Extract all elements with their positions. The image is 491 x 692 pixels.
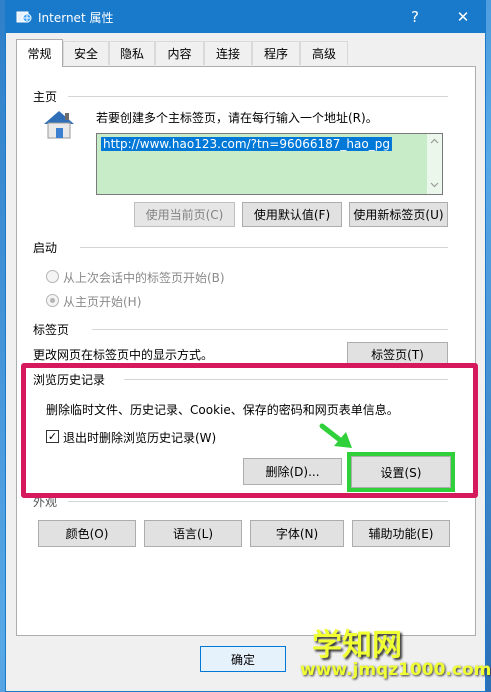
- help-button[interactable]: ?: [393, 1, 437, 33]
- radio-selected-dot: [50, 298, 55, 303]
- scroll-down-icon[interactable]: [430, 182, 439, 188]
- startup-group-label: 启动: [33, 239, 62, 256]
- highlight-settings-button: [347, 452, 455, 492]
- use-new-tab-button[interactable]: 使用新标签页(U): [349, 202, 448, 227]
- window-title: Internet 属性: [38, 11, 114, 25]
- accessibility-button[interactable]: 辅助功能(E): [352, 520, 450, 547]
- radio-last-session-label: 从上次会话中的标签页开始(B): [63, 271, 225, 285]
- use-current-button[interactable]: 使用当前页(C): [134, 202, 235, 227]
- startup-group-divider: [80, 247, 448, 248]
- colors-button[interactable]: 颜色(O): [38, 520, 136, 547]
- close-button[interactable]: ✕: [441, 1, 485, 33]
- home-house-icon: [44, 111, 74, 139]
- tabs-description: 更改网页在标签页中的显示方式。: [33, 348, 214, 362]
- pointer-arrow-icon: [319, 423, 352, 448]
- help-icon: ?: [411, 8, 419, 26]
- appearance-group-divider: [68, 501, 448, 502]
- tab-advanced[interactable]: 高级: [300, 41, 348, 65]
- tab-connections[interactable]: 连接: [204, 41, 252, 65]
- tabs-group-label: 标签页: [33, 321, 74, 338]
- title-bar[interactable]: Internet 属性 ? ✕: [6, 1, 485, 33]
- home-group-divider: [68, 96, 448, 97]
- vertical-scrollbar[interactable]: [427, 134, 442, 194]
- home-instruction: 若要创建多个主标签页，请在每行输入一个地址(R)。: [96, 111, 378, 125]
- home-group-label: 主页: [33, 88, 62, 105]
- radio-home-page[interactable]: [46, 294, 59, 307]
- radio-last-session[interactable]: [46, 270, 59, 283]
- watermark-brand: 学知网: [312, 628, 402, 663]
- fonts-button[interactable]: 字体(N): [250, 520, 344, 547]
- ok-button[interactable]: 确定: [200, 646, 286, 672]
- tab-content[interactable]: 内容: [155, 41, 204, 65]
- radio-home-page-label: 从主页开始(H): [63, 295, 142, 309]
- close-icon: ✕: [456, 8, 470, 26]
- home-url-text: http://www.hao123.com/?tn=96066187_hao_p…: [101, 137, 392, 151]
- use-default-button[interactable]: 使用默认值(F): [242, 202, 342, 227]
- home-page-textarea[interactable]: http://www.hao123.com/?tn=96066187_hao_p…: [96, 133, 443, 195]
- tabs-group-divider: [92, 329, 448, 330]
- tab-privacy[interactable]: 隐私: [109, 41, 155, 65]
- tab-general[interactable]: 常规: [16, 39, 63, 67]
- tab-security[interactable]: 安全: [63, 41, 109, 65]
- languages-button[interactable]: 语言(L): [144, 520, 242, 547]
- watermark-url: www.jmqz1000.com: [300, 660, 491, 680]
- tab-programs[interactable]: 程序: [252, 41, 300, 65]
- watermark: 学知网 www.jmqz1000.com: [300, 620, 491, 688]
- scroll-up-icon[interactable]: [430, 138, 439, 144]
- internet-options-icon: [16, 11, 32, 23]
